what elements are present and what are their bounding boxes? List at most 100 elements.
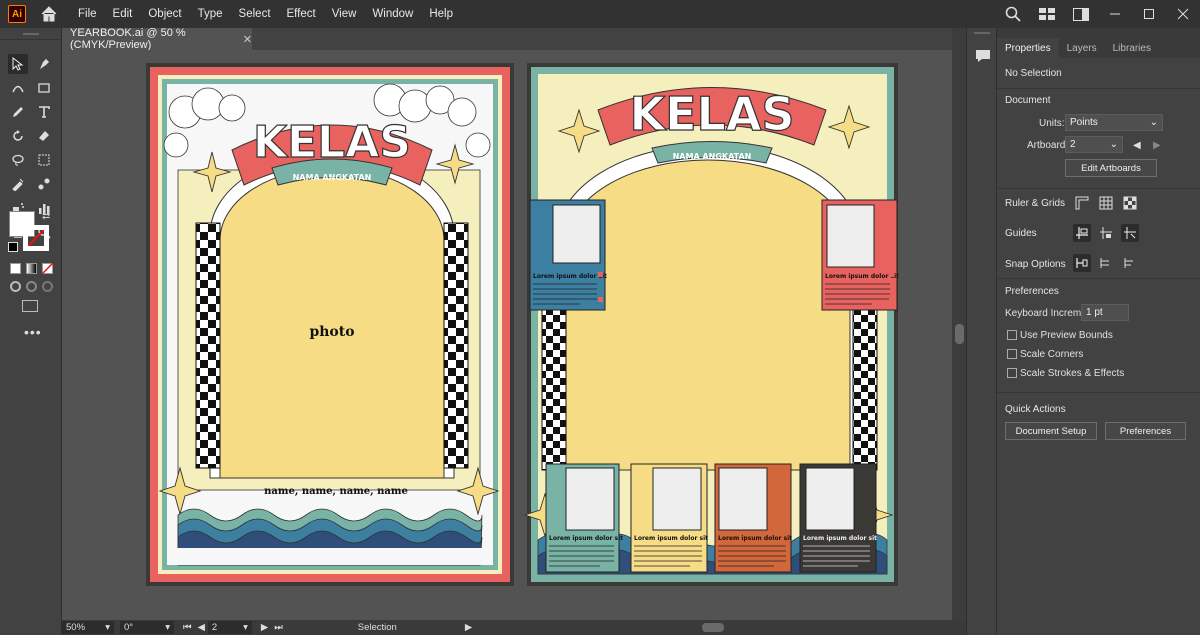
- menu-edit[interactable]: Edit: [105, 8, 141, 20]
- artboard-left[interactable]: KELAS NAMA ANGKATAN photo name, name, na…: [146, 63, 514, 586]
- arrange-documents-icon[interactable]: [1036, 5, 1058, 23]
- draw-behind-icon[interactable]: [26, 281, 37, 292]
- last-artboard-icon[interactable]: ⏭: [274, 622, 283, 633]
- tab-properties[interactable]: Properties: [997, 38, 1059, 58]
- eraser-tool-icon[interactable]: [34, 126, 54, 146]
- menu-type[interactable]: Type: [190, 8, 231, 20]
- none-mode-icon[interactable]: [42, 263, 53, 274]
- left-title[interactable]: KELAS: [252, 116, 411, 168]
- card-bottom-2[interactable]: Lorem ipsum dolor sit: [630, 463, 708, 573]
- curvature-tool-icon[interactable]: [8, 78, 28, 98]
- menu-help[interactable]: Help: [421, 8, 461, 20]
- scale-strokes-checkbox[interactable]: [1007, 368, 1017, 378]
- minimize-icon[interactable]: [1104, 5, 1126, 23]
- document-tab[interactable]: YEARBOOK.ai @ 50 % (CMYK/Preview) ✕: [62, 27, 252, 51]
- smart-guides-icon[interactable]: [1121, 224, 1139, 242]
- chevron-down-icon: ▾: [165, 622, 170, 633]
- search-icon[interactable]: [1002, 5, 1024, 23]
- units-select[interactable]: Points ⌄: [1065, 114, 1163, 131]
- comments-icon[interactable]: [974, 48, 992, 64]
- show-guides-icon[interactable]: [1073, 224, 1091, 242]
- pen-tool-icon[interactable]: [34, 54, 54, 74]
- snap-to-glyph-icon[interactable]: [1121, 254, 1139, 272]
- rectangle-tool-icon[interactable]: [34, 78, 54, 98]
- type-tool-icon[interactable]: [34, 102, 54, 122]
- status-bar: 50% ▾ 0° ▾ ⏮ ◀ 2 ▾ ▶ ⏭ Selection ▶: [62, 620, 966, 635]
- rotate-tool-icon[interactable]: [8, 126, 28, 146]
- close-icon[interactable]: ✕: [243, 33, 252, 46]
- rulers-icon[interactable]: [1073, 194, 1091, 212]
- menu-select[interactable]: Select: [231, 8, 279, 20]
- artboard-right[interactable]: KELAS NAMA ANGKATAN Lorem ipsum dolor si…: [523, 63, 899, 586]
- free-transform-tool-icon[interactable]: [34, 150, 54, 170]
- menu-effect[interactable]: Effect: [279, 8, 324, 20]
- artboard-nav-select[interactable]: 2 ▾: [207, 621, 252, 634]
- lock-guides-icon[interactable]: [1097, 224, 1115, 242]
- screen-mode-icon[interactable]: [22, 300, 38, 312]
- more-tools-icon[interactable]: •••: [24, 324, 42, 340]
- guides-label: Guides: [1005, 228, 1037, 239]
- left-photo-label[interactable]: photo: [309, 324, 354, 340]
- zoom-select[interactable]: 50% ▾: [62, 621, 114, 634]
- card-top-left[interactable]: Lorem ipsum dolor sit: [529, 199, 607, 311]
- lasso-tool-icon[interactable]: [8, 150, 28, 170]
- eyedropper-tool-icon[interactable]: [8, 174, 28, 194]
- menu-window[interactable]: Window: [364, 8, 421, 20]
- first-artboard-icon[interactable]: ⏮: [183, 622, 192, 633]
- use-preview-bounds-checkbox[interactable]: [1007, 330, 1017, 340]
- right-subtitle[interactable]: NAMA ANGKATAN: [673, 152, 752, 161]
- right-title[interactable]: KELAS: [629, 86, 795, 141]
- units-label: Units:: [1039, 118, 1065, 129]
- card-top-right[interactable]: Lorem ipsum dolor sit: [821, 199, 899, 311]
- next-artboard-icon[interactable]: ▶: [261, 622, 268, 633]
- preferences-button[interactable]: Preferences: [1105, 422, 1186, 440]
- tab-layers[interactable]: Layers: [1059, 38, 1105, 58]
- snap-options-label: Snap Options: [1005, 259, 1066, 270]
- left-subtitle[interactable]: NAMA ANGKATAN: [293, 173, 372, 182]
- edit-artboards-button[interactable]: Edit Artboards: [1065, 159, 1157, 177]
- close-window-icon[interactable]: [1172, 5, 1194, 23]
- default-colors-icon[interactable]: [8, 242, 18, 252]
- grid-icon[interactable]: [1097, 194, 1115, 212]
- gradient-mode-icon[interactable]: [26, 263, 37, 274]
- blend-tool-icon[interactable]: [34, 174, 54, 194]
- tab-libraries[interactable]: Libraries: [1105, 38, 1159, 58]
- card-bottom-1[interactable]: Lorem ipsum dolor sit: [545, 463, 623, 573]
- swap-colors-icon[interactable]: ⇄: [42, 211, 54, 223]
- horizontal-scrollbar[interactable]: [462, 622, 952, 633]
- panel-grip[interactable]: [967, 28, 996, 38]
- next-artboard-icon[interactable]: ▶: [1153, 140, 1161, 151]
- menu-file[interactable]: File: [70, 8, 105, 20]
- pencil-tool-icon[interactable]: [8, 102, 28, 122]
- vertical-scroll-thumb[interactable]: [955, 324, 964, 344]
- card-bottom-4[interactable]: Lorem ipsum dolor sit: [799, 463, 877, 573]
- preferences-section-title: Preferences: [1005, 286, 1059, 297]
- menu-view[interactable]: View: [324, 8, 365, 20]
- transparency-grid-icon[interactable]: [1121, 194, 1139, 212]
- selection-tool-icon[interactable]: [7, 54, 28, 74]
- canvas[interactable]: KELAS NAMA ANGKATAN photo name, name, na…: [62, 50, 952, 620]
- home-icon[interactable]: [40, 5, 58, 23]
- rotation-select[interactable]: 0° ▾: [120, 621, 174, 634]
- stroke-swatch[interactable]: [23, 225, 49, 251]
- draw-inside-icon[interactable]: [42, 281, 53, 292]
- prev-artboard-icon[interactable]: ◀: [1133, 140, 1141, 151]
- maximize-icon[interactable]: [1138, 5, 1160, 23]
- document-setup-button[interactable]: Document Setup: [1005, 422, 1097, 440]
- workspace-switcher-icon[interactable]: [1070, 5, 1092, 23]
- prev-artboard-icon[interactable]: ◀: [198, 622, 205, 633]
- snap-to-point-icon[interactable]: [1073, 254, 1091, 272]
- scale-corners-checkbox[interactable]: [1007, 349, 1017, 359]
- snap-to-pixel-icon[interactable]: [1097, 254, 1115, 272]
- units-value: Points: [1070, 117, 1098, 128]
- horizontal-scroll-thumb[interactable]: [702, 623, 724, 632]
- vertical-scrollbar[interactable]: [952, 28, 966, 620]
- draw-normal-icon[interactable]: [10, 281, 21, 292]
- menu-object[interactable]: Object: [140, 8, 189, 20]
- card-bottom-3[interactable]: Lorem ipsum dolor sit: [714, 463, 792, 573]
- keyboard-increment-input[interactable]: 1 pt: [1081, 304, 1129, 321]
- fill-color-mode-icon[interactable]: [10, 263, 21, 274]
- left-names[interactable]: name, name, name, name: [264, 486, 408, 497]
- artboard-select[interactable]: 2 ⌄: [1065, 136, 1123, 153]
- panel-grip[interactable]: [0, 28, 61, 40]
